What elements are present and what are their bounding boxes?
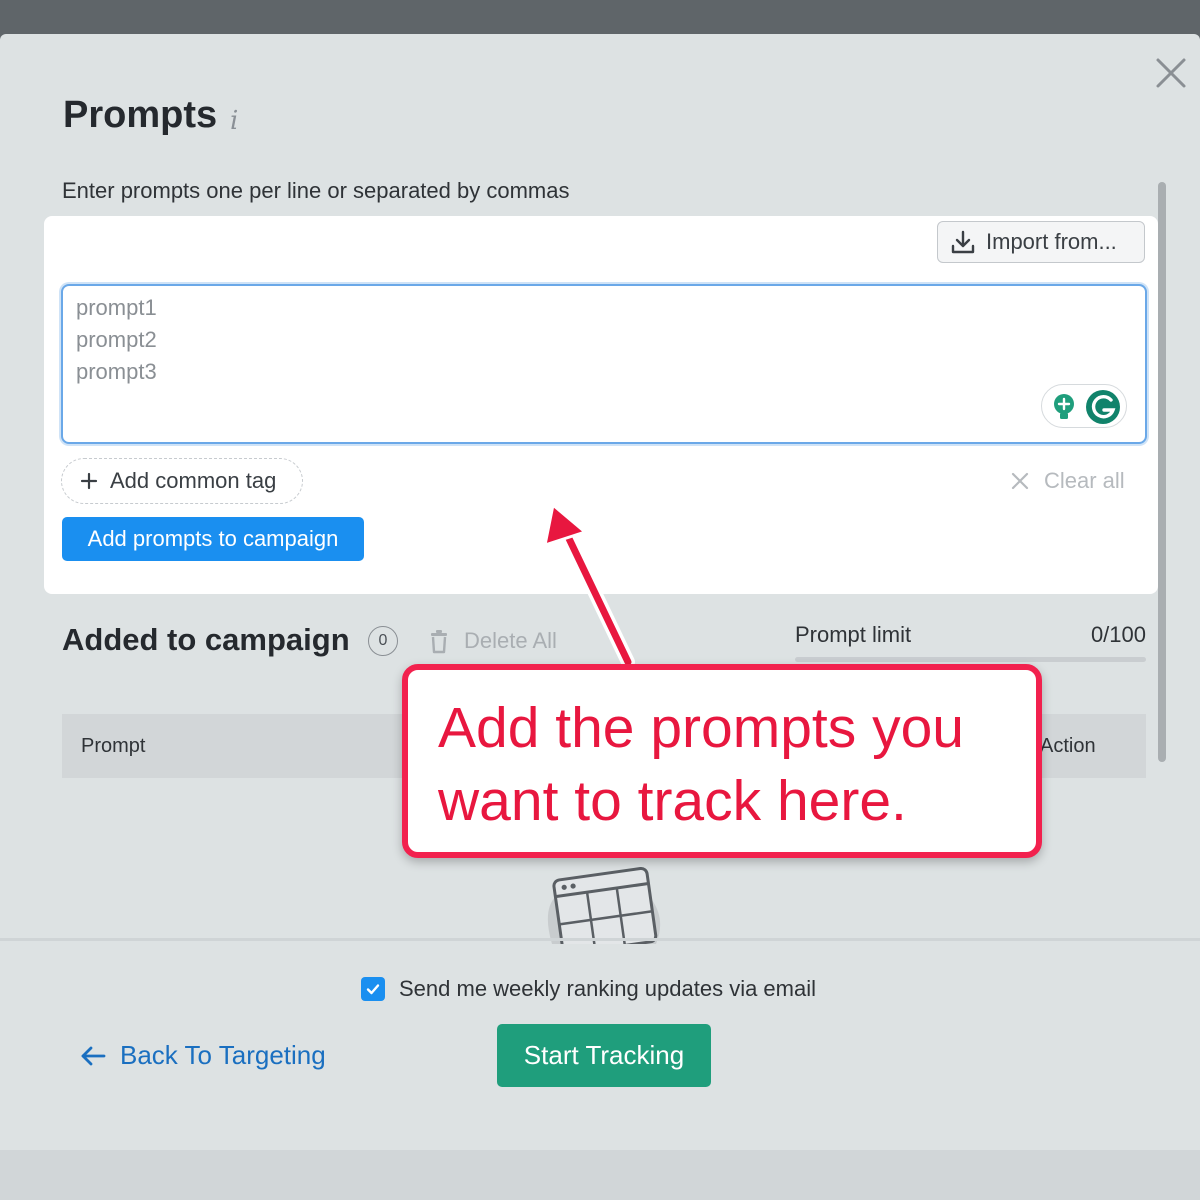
background-app-bar <box>0 0 1200 36</box>
empty-table-illustration <box>538 860 670 955</box>
textarea-placeholder-line: prompt2 <box>76 327 157 352</box>
instructions-text: Enter prompts one per line or separated … <box>62 178 570 203</box>
grammarly-widget[interactable] <box>1041 384 1127 428</box>
modal-scrollbar[interactable] <box>1158 182 1166 762</box>
download-icon <box>951 230 975 254</box>
page-below-modal <box>0 1150 1200 1200</box>
prompt-limit-label: Prompt limit <box>795 622 912 647</box>
info-icon[interactable]: i <box>230 106 238 136</box>
campaign-count-badge: 0 <box>368 626 398 656</box>
page-title: Prompts <box>63 94 218 136</box>
close-icon <box>1156 58 1186 88</box>
prompt-limit-value: 0/100 <box>1090 622 1146 647</box>
trash-icon <box>431 630 447 654</box>
lightbulb-icon <box>1054 394 1074 419</box>
prompt-limit-progress <box>795 657 1146 662</box>
delete-all-button[interactable]: Delete All <box>428 628 557 654</box>
close-icon <box>1011 472 1029 490</box>
import-from-button[interactable]: Import from... <box>937 221 1145 263</box>
grammarly-icon <box>1086 390 1120 424</box>
footer-divider <box>0 938 1200 941</box>
added-to-campaign-heading: Added to campaign <box>62 622 350 657</box>
textarea-placeholder-line: prompt1 <box>76 295 157 320</box>
delete-all-label: Delete All <box>464 628 557 653</box>
prompts-textarea[interactable] <box>61 284 1147 444</box>
annotation-callout: Add the prompts you want to track here. <box>402 664 1042 858</box>
callout-line-2: want to track here. <box>438 769 907 833</box>
checkmark-icon <box>366 984 380 995</box>
add-prompts-button[interactable]: Add prompts to campaign <box>62 517 364 561</box>
clear-all-label: Clear all <box>1044 468 1125 493</box>
back-to-targeting-label: Back To Targeting <box>120 1040 326 1070</box>
arrow-left-icon <box>81 1046 106 1065</box>
start-tracking-button[interactable]: Start Tracking <box>497 1024 711 1087</box>
column-header-prompt: Prompt <box>81 735 146 757</box>
add-common-tag-label: Add common tag <box>110 468 277 493</box>
column-header-action: Action <box>1040 735 1096 757</box>
textarea-placeholder-line: prompt3 <box>76 359 157 384</box>
close-button[interactable] <box>1150 50 1194 94</box>
clear-all-button[interactable]: Clear all <box>1010 468 1125 494</box>
weekly-email-label: Send me weekly ranking updates via email <box>399 976 817 1001</box>
callout-line-1: Add the prompts you <box>438 696 964 760</box>
plus-icon <box>80 472 98 490</box>
add-common-tag-button[interactable]: Add common tag <box>61 458 303 504</box>
import-from-label: Import from... <box>986 229 1117 254</box>
back-to-targeting-link[interactable]: Back To Targeting <box>80 1040 326 1071</box>
weekly-email-checkbox[interactable] <box>361 977 385 1001</box>
